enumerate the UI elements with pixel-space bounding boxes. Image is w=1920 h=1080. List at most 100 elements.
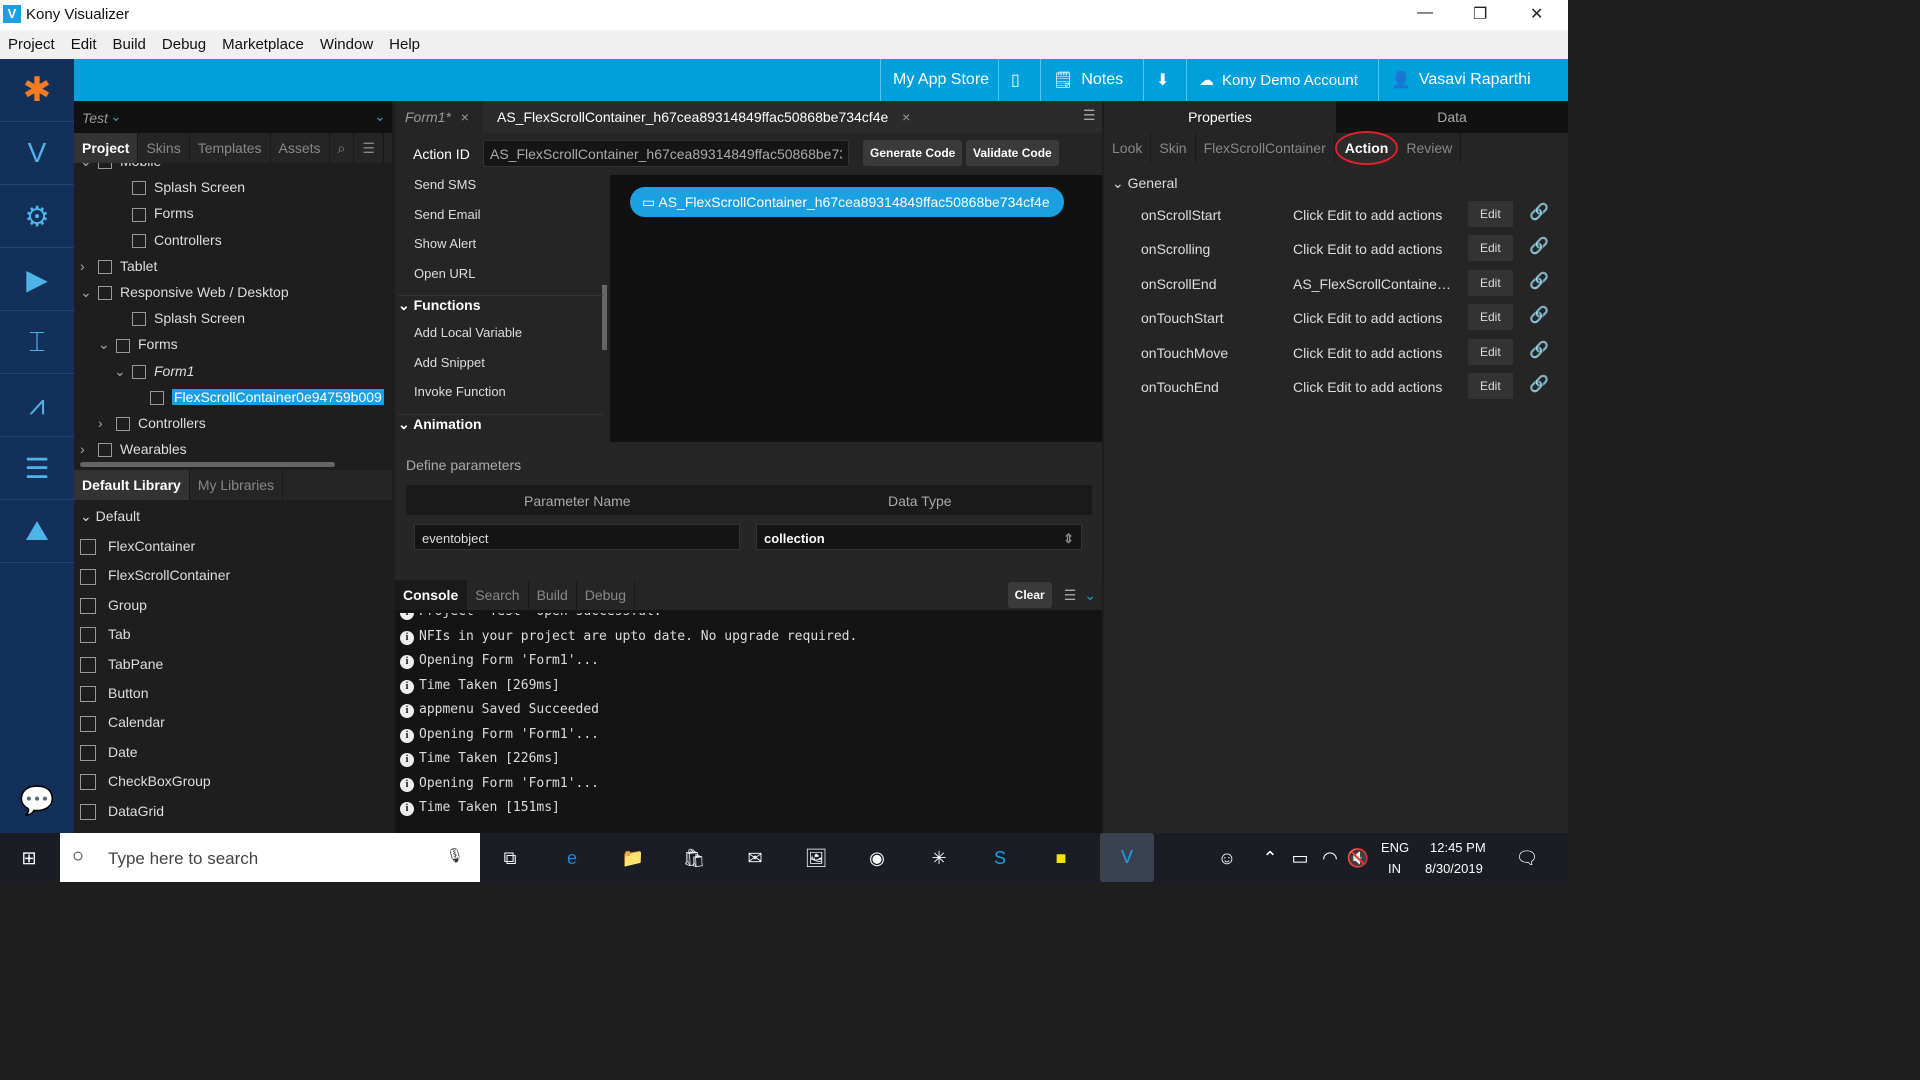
language-label[interactable]: ENG — [1381, 840, 1409, 855]
menu-window[interactable]: Window — [320, 36, 373, 53]
taskbar-search[interactable]: ○ Type here to search 🎙 — [60, 833, 480, 882]
edge-icon[interactable]: e — [557, 843, 587, 873]
menu-build[interactable]: Build — [113, 36, 146, 53]
tree-item[interactable]: Splash Screen — [114, 179, 245, 196]
play-icon[interactable]: ▶ — [0, 248, 74, 311]
store-icon[interactable]: 🛍 — [679, 843, 709, 873]
library-item[interactable]: Calendar — [80, 714, 165, 732]
library-group[interactable]: ⌄ Default — [80, 508, 140, 525]
chat-icon[interactable]: 💬 — [0, 769, 74, 832]
chevron-right-icon[interactable]: › — [80, 441, 98, 457]
tree-item[interactable]: ⌄ Forms — [98, 336, 178, 353]
library-item[interactable]: Button — [80, 685, 148, 703]
tree-item[interactable]: › Tablet — [80, 258, 157, 275]
tab-look[interactable]: Look — [1104, 133, 1152, 163]
library-item[interactable]: FlexScrollContainer — [80, 567, 230, 585]
library-item[interactable]: FlexContainer — [80, 538, 195, 556]
document-icon[interactable]: ☰ — [0, 437, 74, 500]
edit-button[interactable]: Edit — [1468, 235, 1513, 262]
download-button[interactable]: ⬇ — [1143, 59, 1181, 101]
clear-button[interactable]: Clear — [1007, 582, 1052, 608]
tab-flexscrollcontainer[interactable]: FlexScrollContainer — [1196, 133, 1335, 163]
link-icon[interactable]: 🔗 — [1529, 340, 1549, 360]
visualizer-icon[interactable]: V — [0, 122, 74, 185]
tab-templates[interactable]: Templates — [190, 133, 271, 163]
tab-action[interactable]: Action — [1334, 131, 1399, 165]
notifications-icon[interactable]: 🗨 — [1512, 843, 1542, 873]
tab-skins[interactable]: Skins — [138, 133, 190, 163]
chevron-down-icon[interactable]: ⌄ — [98, 336, 116, 353]
close-icon[interactable]: × — [902, 109, 910, 125]
menu-marketplace[interactable]: Marketplace — [222, 36, 304, 53]
tab-build[interactable]: Build — [529, 580, 577, 610]
library-item[interactable]: Date — [80, 744, 138, 762]
action-item[interactable]: Open URL — [414, 266, 475, 281]
chevron-right-icon[interactable]: › — [80, 258, 98, 274]
library-item[interactable]: DataGrid — [80, 803, 164, 820]
tab-debug[interactable]: Debug — [577, 580, 635, 610]
action-item[interactable]: Send SMS — [414, 177, 476, 192]
tree-item[interactable]: FlexScrollContainer0e94759b009 — [132, 388, 384, 406]
notes-button[interactable]: 🗒 Notes — [1040, 59, 1135, 101]
close-icon[interactable]: × — [461, 109, 469, 125]
edit-button[interactable]: Edit — [1468, 201, 1513, 227]
action-item[interactable]: Invoke Function — [414, 384, 506, 399]
region-label[interactable]: IN — [1388, 861, 1401, 876]
library-item[interactable]: CheckBoxGroup — [80, 773, 211, 791]
close-button[interactable]: ✕ — [1530, 4, 1543, 24]
link-icon[interactable]: 🔗 — [1529, 236, 1549, 256]
skype-icon[interactable]: S — [985, 843, 1015, 873]
action-id-input[interactable] — [483, 140, 849, 167]
tab-search[interactable]: Search — [467, 580, 529, 610]
data-type-select[interactable]: collection ⇕ — [756, 524, 1082, 550]
kony-visualizer-taskbar-icon[interactable]: V — [1100, 833, 1154, 882]
tab-review[interactable]: Review — [1398, 133, 1462, 163]
my-app-store-button[interactable]: My App Store — [880, 59, 1001, 101]
tree-item[interactable]: ⌄ Responsive Web / Desktop — [80, 284, 289, 301]
chevron-down-icon[interactable]: ⌄ — [80, 163, 98, 170]
tab-my-libraries[interactable]: My Libraries — [190, 470, 284, 500]
tab-assets[interactable]: Assets — [271, 133, 330, 163]
chevron-up-icon[interactable]: ⌃ — [1255, 843, 1285, 873]
device-button[interactable]: ▯ — [998, 59, 1032, 101]
menu-debug[interactable]: Debug — [162, 36, 206, 53]
settings-gear-icon[interactable]: ⚙ — [0, 185, 74, 248]
user-button[interactable]: 👤 Vasavi Raparthi — [1378, 59, 1543, 101]
tab-console[interactable]: Console — [395, 580, 468, 610]
chevron-down-icon[interactable]: ⌄ — [80, 284, 98, 301]
tree-hscrollbar[interactable] — [80, 462, 335, 467]
edit-button[interactable]: Edit — [1468, 373, 1513, 399]
section-general[interactable]: ⌄ General — [1112, 175, 1177, 192]
mountain-icon[interactable]: ⩘ — [0, 374, 74, 437]
link-icon[interactable]: 🔗 — [1529, 271, 1549, 291]
tab-skin[interactable]: Skin — [1151, 133, 1196, 163]
menu-project[interactable]: Project — [8, 36, 55, 53]
chevron-down-icon[interactable]: ⌄ — [110, 108, 122, 125]
project-selector[interactable]: Test — [82, 110, 108, 126]
action-group-header[interactable]: ⌄ Functions — [398, 295, 603, 314]
validate-code-button[interactable]: Validate Code — [966, 140, 1059, 166]
wifi-icon[interactable]: ◠ — [1315, 843, 1345, 873]
link-icon[interactable]: 🔗 — [1529, 374, 1549, 394]
action-item[interactable]: Show Alert — [414, 236, 476, 251]
windows-start-icon[interactable]: ⊞ — [14, 843, 44, 873]
tab-default-library[interactable]: Default Library — [74, 470, 190, 500]
library-item[interactable]: TabPane — [80, 656, 163, 673]
collapse-icon[interactable]: ⌄ — [1084, 587, 1096, 604]
library-item[interactable]: Tab — [80, 626, 131, 644]
menu-edit[interactable]: Edit — [71, 36, 97, 53]
mail-icon[interactable]: ✉ — [740, 843, 770, 873]
chrome-icon[interactable]: ◉ — [862, 843, 892, 873]
edit-button[interactable]: Edit — [1468, 304, 1513, 331]
generate-code-button[interactable]: Generate Code — [863, 140, 963, 166]
link-icon[interactable]: 🔗 — [1529, 202, 1549, 222]
action-item[interactable]: Send Email — [414, 207, 480, 222]
menu-icon[interactable]: ☰ — [354, 133, 384, 163]
tab-action[interactable]: AS_FlexScrollContainer_h67cea89314849ffa… — [497, 109, 910, 125]
link-icon[interactable]: 🔗 — [1529, 305, 1549, 325]
sticky-notes-icon[interactable]: ■ — [1046, 843, 1076, 873]
action-item[interactable]: Add Local Variable — [414, 325, 522, 340]
volume-muted-icon[interactable]: 🔇 — [1343, 843, 1373, 873]
file-explorer-icon[interactable]: 📁 — [618, 843, 648, 873]
minimize-button[interactable]: — — [1417, 4, 1433, 22]
